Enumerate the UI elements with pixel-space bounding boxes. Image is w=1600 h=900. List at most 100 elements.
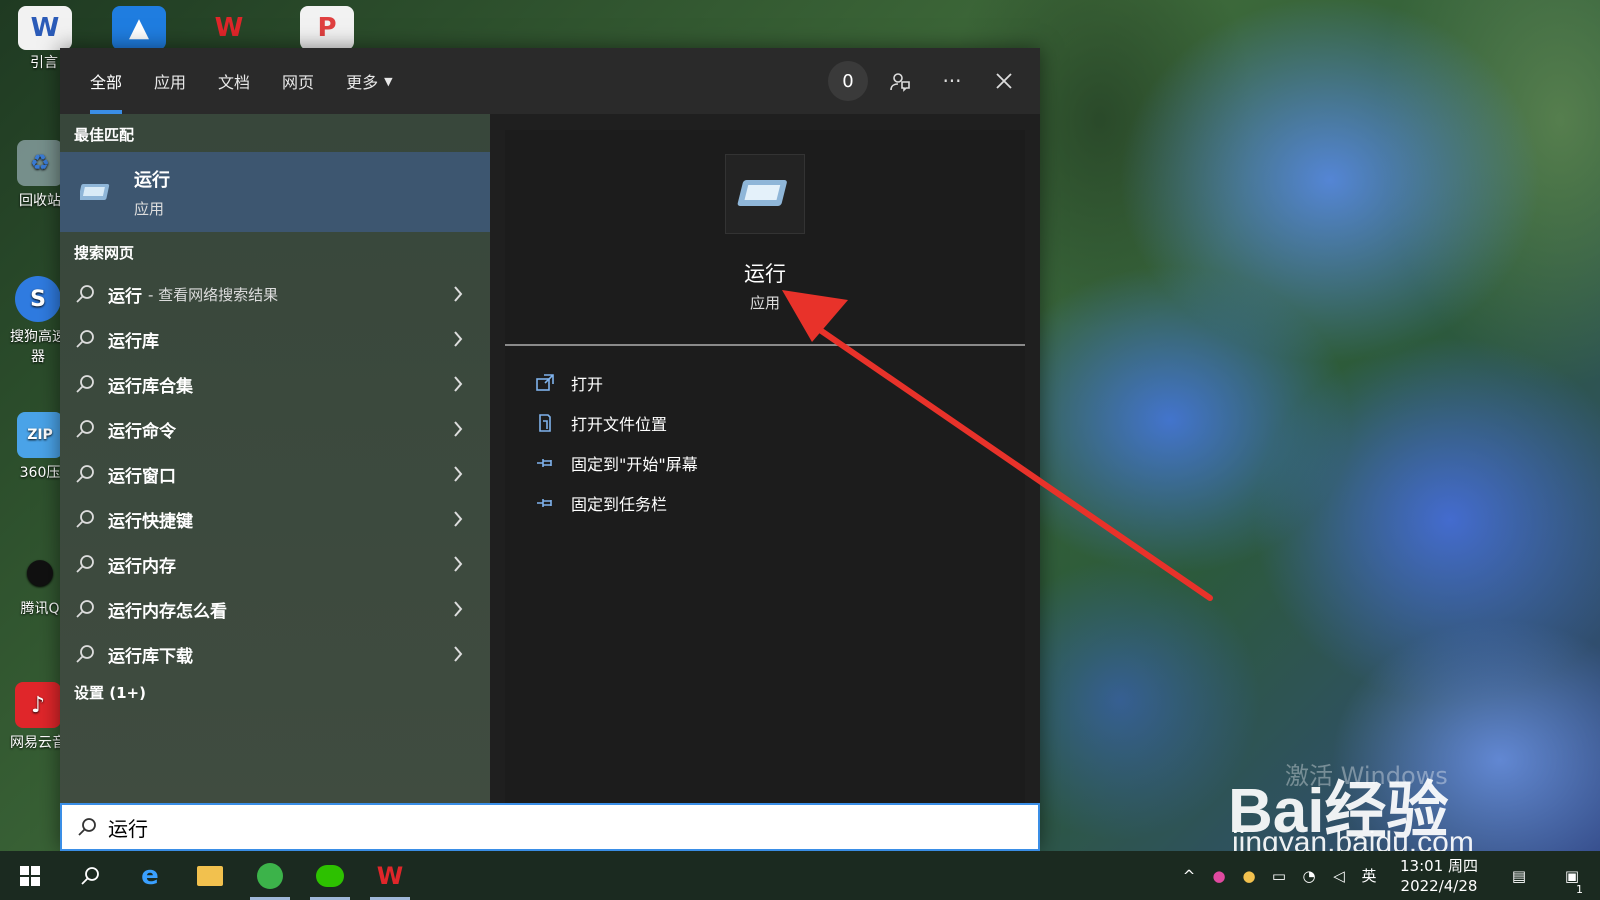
- tab-label: 全部: [90, 73, 123, 92]
- desktop-icon-sogou[interactable]: S 搜狗高速 器: [8, 276, 68, 366]
- start-button[interactable]: [0, 851, 60, 900]
- web-result-item[interactable]: 运行库: [60, 317, 490, 361]
- web-result-item[interactable]: 运行内存: [60, 542, 490, 586]
- tab-label: 应用: [154, 73, 187, 92]
- action-label: 固定到任务栏: [571, 495, 668, 514]
- volume-muted-icon[interactable]: ◁: [1324, 867, 1354, 885]
- search-icon: [78, 818, 96, 836]
- web-result-suffix: - 查看网络搜索结果: [148, 285, 279, 304]
- rewards-points-badge[interactable]: 0: [828, 61, 868, 101]
- clock-time: 13:01 周四: [1400, 856, 1478, 875]
- input-method-indicator[interactable]: 英: [1354, 865, 1384, 886]
- taskbar-search-button[interactable]: [60, 851, 120, 900]
- wps-icon[interactable]: W: [202, 6, 256, 50]
- action-label: 打开: [571, 375, 604, 394]
- sogou-browser-icon: S: [15, 276, 61, 322]
- action-pin-to-start[interactable]: 固定到"开始"屏幕: [535, 448, 698, 478]
- desktop-icon-label: 360压: [19, 465, 61, 481]
- tab-all[interactable]: 全部: [74, 48, 138, 114]
- web-result-item[interactable]: 运行 - 查看网络搜索结果: [60, 272, 490, 316]
- best-match-subtitle: 应用: [134, 199, 165, 218]
- chevron-right-icon: [454, 286, 463, 302]
- best-match-title: 运行: [134, 169, 170, 191]
- action-open-file-location[interactable]: 打开文件位置: [535, 408, 667, 438]
- open-external-icon: [536, 374, 554, 391]
- notification-center-button[interactable]: ▣ 1: [1544, 867, 1600, 896]
- taskbar-explorer-button[interactable]: [180, 851, 240, 900]
- search-icon: [76, 555, 94, 573]
- chevron-right-icon: [454, 646, 463, 662]
- tray-360-icon[interactable]: ●: [1234, 867, 1264, 885]
- tray-clock[interactable]: 13:01 周四 2022/4/28: [1384, 856, 1494, 896]
- search-icon: [76, 375, 94, 393]
- clock-date: 2022/4/28: [1400, 876, 1478, 895]
- close-button[interactable]: [984, 61, 1024, 101]
- search-panel: 全部 应用 文档 网页 更多 ▼ 0 ··· 最佳匹配 运行 应用 搜索网页 运…: [60, 48, 1040, 850]
- notepad-icon[interactable]: ▤: [1494, 867, 1544, 885]
- search-input[interactable]: [108, 815, 968, 839]
- netease-music-icon: ♪: [15, 682, 61, 728]
- web-result-item[interactable]: 运行库合集: [60, 362, 490, 406]
- action-pin-to-taskbar[interactable]: 固定到任务栏: [535, 488, 667, 518]
- notification-count: 1: [1576, 882, 1583, 896]
- search-icon: [76, 465, 94, 483]
- web-result-label: 运行: [108, 286, 142, 307]
- web-result-item[interactable]: 运行命令: [60, 407, 490, 451]
- desktop-icon-label: 回收站: [19, 193, 61, 209]
- chevron-right-icon: [454, 511, 463, 527]
- best-match-header: 最佳匹配: [74, 126, 135, 144]
- search-icon: [81, 866, 99, 885]
- tab-more[interactable]: 更多 ▼: [330, 48, 408, 114]
- results-list: 最佳匹配 运行 应用 搜索网页 运行 - 查看网络搜索结果 运行库 运行库合集: [60, 114, 490, 850]
- desktop-icon-netease-music[interactable]: ♪ 网易云音: [8, 682, 68, 752]
- preview-title: 运行: [744, 262, 786, 286]
- tab-documents[interactable]: 文档: [202, 48, 266, 114]
- feedback-button[interactable]: [880, 61, 920, 101]
- web-result-label: 运行库下载: [108, 646, 193, 667]
- tab-apps[interactable]: 应用: [138, 48, 202, 114]
- wechat-icon: [316, 864, 344, 887]
- tray-app-icon[interactable]: ●: [1204, 867, 1234, 885]
- mountain-app-icon[interactable]: ▲: [112, 6, 166, 50]
- taskbar-wechat-button[interactable]: [300, 851, 360, 900]
- wps-icon: W: [376, 861, 404, 890]
- taskbar-360-browser-button[interactable]: [240, 851, 300, 900]
- web-result-item[interactable]: 运行内存怎么看: [60, 587, 490, 631]
- tab-label: 文档: [218, 73, 251, 92]
- web-result-label: 运行内存: [108, 556, 176, 577]
- wifi-icon[interactable]: ◔: [1294, 867, 1324, 885]
- search-bar: [60, 803, 1040, 851]
- preview-pane: 运行 应用 打开 打开文件位置 固定到"开始"屏幕 固定到任务栏: [505, 130, 1025, 850]
- action-open[interactable]: 打开: [535, 368, 603, 398]
- preview-divider: [505, 344, 1025, 346]
- more-options-button[interactable]: ···: [932, 61, 972, 101]
- battery-icon[interactable]: ▭: [1264, 867, 1294, 885]
- zip-archive-icon: ZIP: [17, 412, 63, 458]
- run-app-icon: [80, 184, 110, 200]
- tab-web[interactable]: 网页: [266, 48, 330, 114]
- settings-header[interactable]: 设置 (1+): [74, 682, 146, 703]
- taskbar-wps-button[interactable]: W: [360, 851, 420, 900]
- word-doc-icon[interactable]: W: [18, 6, 72, 50]
- web-result-item[interactable]: 运行库下载: [60, 632, 490, 676]
- action-label: 固定到"开始"屏幕: [571, 455, 698, 474]
- web-result-label: 运行窗口: [108, 466, 176, 487]
- person-feedback-icon: [890, 73, 910, 92]
- pdf-doc-icon[interactable]: P: [300, 6, 354, 50]
- search-icon: [76, 510, 94, 528]
- desktop-icon-label: 网易云音: [10, 735, 66, 751]
- web-result-item[interactable]: 运行快捷键: [60, 497, 490, 541]
- action-label: 打开文件位置: [571, 415, 668, 434]
- web-result-label: 运行库: [108, 331, 159, 352]
- desktop-icon-label: 搜狗高速: [10, 329, 66, 345]
- chevron-right-icon: [454, 601, 463, 617]
- desktop-icon-label: 器: [31, 349, 45, 365]
- tab-label: 更多: [346, 73, 379, 92]
- best-match-run-app[interactable]: 运行 应用: [60, 152, 490, 232]
- web-result-label: 运行库合集: [108, 376, 193, 397]
- taskbar-ie-button[interactable]: e: [120, 851, 180, 900]
- web-result-item[interactable]: 运行窗口: [60, 452, 490, 496]
- web-result-label: 运行命令: [108, 421, 176, 442]
- tray-overflow-chevron-up-icon[interactable]: ^: [1174, 867, 1204, 885]
- run-app-icon: [737, 180, 787, 206]
